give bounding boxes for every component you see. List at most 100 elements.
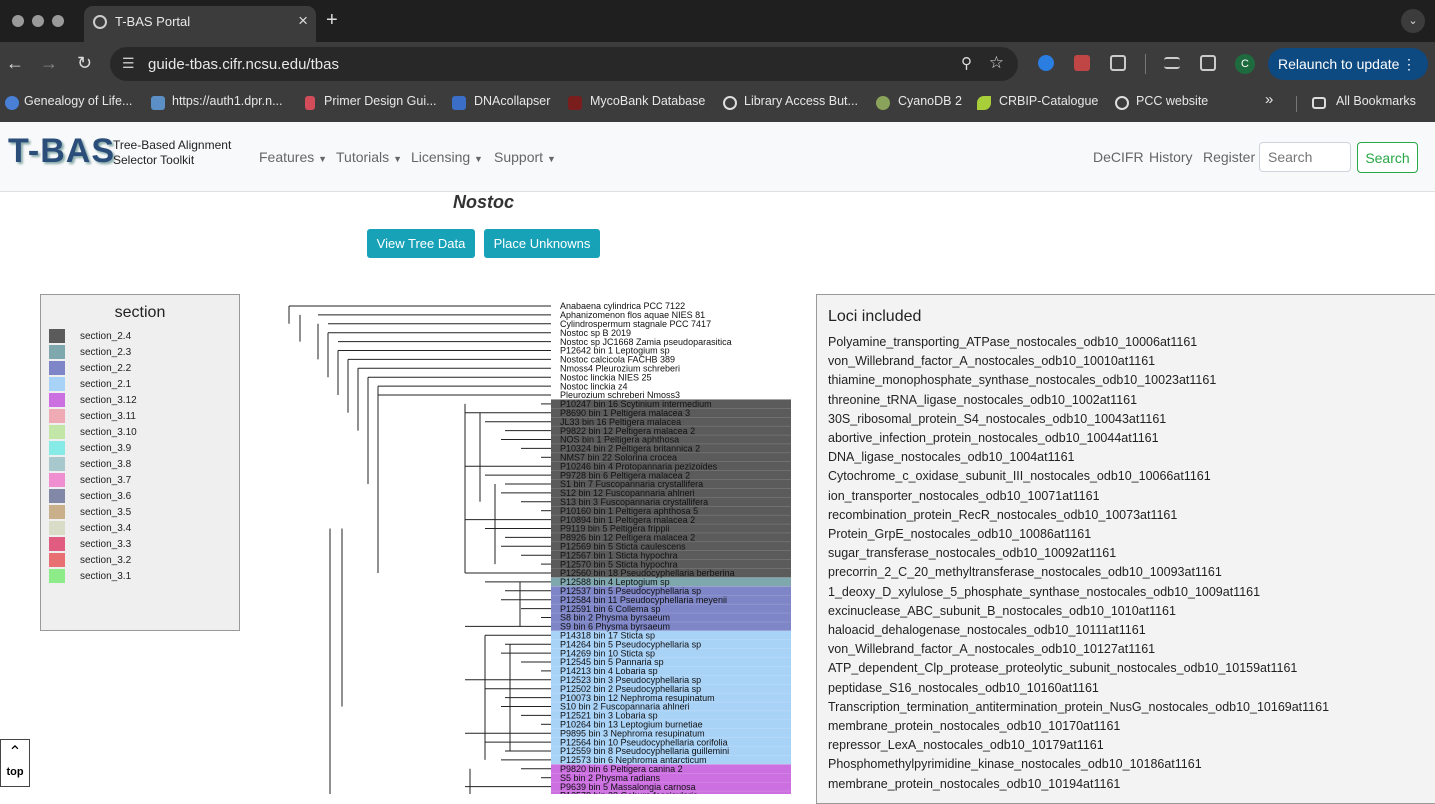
loci-title: Loci included <box>828 308 922 325</box>
extension-red-icon[interactable] <box>1074 55 1090 71</box>
menu-licensing[interactable]: Licensing ▼ <box>411 149 483 165</box>
legend-swatch <box>49 457 65 471</box>
kebab-menu-icon[interactable]: ⋮ <box>1402 48 1416 80</box>
bookmark-item[interactable]: Genealogy of Life... <box>24 94 132 108</box>
legend-label: section_3.10 <box>80 427 137 438</box>
legend-swatch <box>49 377 65 391</box>
address-bar[interactable]: ☰ guide-tbas.cifr.ncsu.edu/tbas ⚲ ☆ <box>110 47 1018 81</box>
profile-avatar[interactable]: C <box>1235 54 1255 74</box>
legend-swatch <box>49 537 65 551</box>
legend-swatch <box>49 393 65 407</box>
legend-swatch <box>49 441 65 455</box>
locus-item: abortive_infection_protein_nostocales_od… <box>828 431 1159 445</box>
legend-swatch <box>49 329 65 343</box>
bookmark-leaf-icon <box>977 96 991 110</box>
site-info-icon[interactable]: ☰ <box>122 55 135 72</box>
bookmark-item[interactable]: Library Access But... <box>744 94 858 108</box>
url-text: guide-tbas.cifr.ncsu.edu/tbas <box>148 56 339 73</box>
phylogenetic-tree[interactable]: Anabaena cylindrica PCC 7122Aphanizomeno… <box>280 298 800 794</box>
reading-list-icon[interactable] <box>1164 57 1180 69</box>
bookmark-item[interactable]: CRBIP-Catalogue <box>999 94 1098 108</box>
legend-label: section_2.4 <box>80 331 132 342</box>
legend-label: section_2.1 <box>80 379 132 390</box>
forward-arrow-icon[interactable]: → <box>40 53 58 74</box>
locus-item: membrane_protein_nostocales_odb10_10170a… <box>828 719 1121 733</box>
legend-label: section_2.3 <box>80 347 132 358</box>
bookmark-item[interactable]: CyanoDB 2 <box>898 94 962 108</box>
legend-title: section <box>114 304 166 321</box>
legend-swatch <box>49 409 65 423</box>
genus-title: Nostoc <box>453 192 515 212</box>
browser-tab-strip: T-BAS Portal × + ⌄ <box>0 0 1435 42</box>
locus-item: repressor_LexA_nostocales_odb10_10179at1… <box>828 738 1104 753</box>
legend-label: section_3.2 <box>80 555 132 566</box>
browser-tab[interactable]: T-BAS Portal × <box>84 6 316 42</box>
legend-swatch <box>49 521 65 535</box>
bookmark-cyanodb-icon <box>876 96 890 110</box>
window-maximize-dot[interactable] <box>52 15 64 27</box>
caret-down-icon: ▼ <box>393 154 402 164</box>
bookmark-item[interactable]: MycoBank Database <box>590 94 705 108</box>
legend-label: section_3.5 <box>80 507 132 518</box>
caret-down-icon: ▼ <box>318 154 328 164</box>
link-register[interactable]: Register <box>1203 149 1255 165</box>
zoom-magnifier-icon[interactable]: ⚲ <box>961 54 972 72</box>
locus-item: membrane_protein_nostocales_odb10_10194a… <box>828 776 1121 791</box>
locus-item: ion_transporter_nostocales_odb10_10071at… <box>828 488 1100 503</box>
tbas-logo[interactable]: T-BAS <box>8 132 115 171</box>
section-legend: section section_2.4 section_2.3 section_2.… <box>40 294 240 631</box>
bookmark-item[interactable]: Primer Design Gui... <box>324 94 437 108</box>
extensions-puzzle-icon[interactable] <box>1110 55 1126 71</box>
relaunch-button[interactable]: Relaunch to update ⋮ <box>1268 48 1428 80</box>
locus-item: von_Willebrand_factor_A_nostocales_odb10… <box>828 354 1156 369</box>
menu-support[interactable]: Support ▼ <box>494 149 556 165</box>
locus-item: excinuclease_ABC_subunit_B_nostocales_od… <box>828 603 1176 618</box>
link-history[interactable]: History <box>1149 149 1193 165</box>
bookmarks-overflow-chevron-icon[interactable]: » <box>1265 91 1273 108</box>
legend-label: section_3.4 <box>80 523 132 534</box>
bookmark-item[interactable]: https://auth1.dpr.n... <box>172 94 283 108</box>
site-navbar: T-BAS Tree-Based Alignment Selector Tool… <box>0 122 1435 192</box>
bookmark-mycobank-icon <box>568 96 582 110</box>
back-arrow-icon[interactable]: ← <box>6 53 24 74</box>
place-unknowns-button[interactable]: Place Unknowns <box>484 229 600 258</box>
bookmark-item[interactable]: DNAcollapser <box>474 94 550 108</box>
bookmarks-divider <box>1296 96 1297 112</box>
menu-features[interactable]: Features ▼ <box>259 149 327 165</box>
locus-item: Phosphomethylpyrimidine_kinase_nostocale… <box>828 757 1202 772</box>
tree-tip-label: P12578 bin 22 Gabura fascicularis <box>560 791 698 794</box>
locus-item: Cytochrome_c_oxidase_subunit_III_nostoca… <box>828 469 1211 484</box>
locus-item: sugar_transferase_nostocales_odb10_10092… <box>828 546 1117 561</box>
view-tree-data-button[interactable]: View Tree Data <box>367 229 475 258</box>
bookmark-star-icon[interactable]: ☆ <box>989 53 1004 73</box>
legend-swatch <box>49 489 65 503</box>
bookmark-item[interactable]: PCC website <box>1136 94 1208 108</box>
caret-down-icon: ▼ <box>546 154 556 164</box>
tagline-line-1: Tree-Based Alignment <box>113 138 232 152</box>
menu-tutorials[interactable]: Tutorials ▼ <box>336 149 402 165</box>
reload-icon[interactable]: ↻ <box>77 53 92 74</box>
legend-label: section_3.11 <box>80 411 136 422</box>
link-decifr[interactable]: DeCIFR <box>1093 149 1144 165</box>
locus-item: peptidase_S16_nostocales_odb10_10160at11… <box>828 680 1099 695</box>
window-minimize-dot[interactable] <box>32 15 44 27</box>
search-input[interactable] <box>1259 142 1351 172</box>
menu-label: Support <box>494 149 544 165</box>
loci-panel: Loci included Polyamine_transporting_ATP… <box>816 294 1435 804</box>
menu-label: Features <box>259 149 315 165</box>
tab-search-chevron-icon[interactable]: ⌄ <box>1401 9 1425 33</box>
extension-blue-icon[interactable] <box>1038 55 1054 71</box>
search-button[interactable]: Search <box>1357 142 1418 173</box>
all-bookmarks[interactable]: All Bookmarks <box>1336 94 1416 108</box>
locus-item: Protein_GrpE_nostocales_odb10_10086at116… <box>828 527 1092 541</box>
tab-close-icon[interactable]: × <box>298 11 308 31</box>
locus-item: Polyamine_transporting_ATPase_nostocales… <box>828 335 1198 349</box>
bookmark-genealogy-icon <box>5 96 19 110</box>
site-tagline: Tree-Based Alignment Selector Toolkit <box>113 138 231 168</box>
bookmark-globe-icon <box>723 96 737 110</box>
window-close-dot[interactable] <box>12 15 24 27</box>
back-to-top-button[interactable]: ⌃ top <box>0 739 30 787</box>
new-tab-plus-icon[interactable]: + <box>326 9 338 32</box>
side-panel-icon[interactable] <box>1200 55 1216 71</box>
legend-label: section_3.12 <box>80 395 137 406</box>
